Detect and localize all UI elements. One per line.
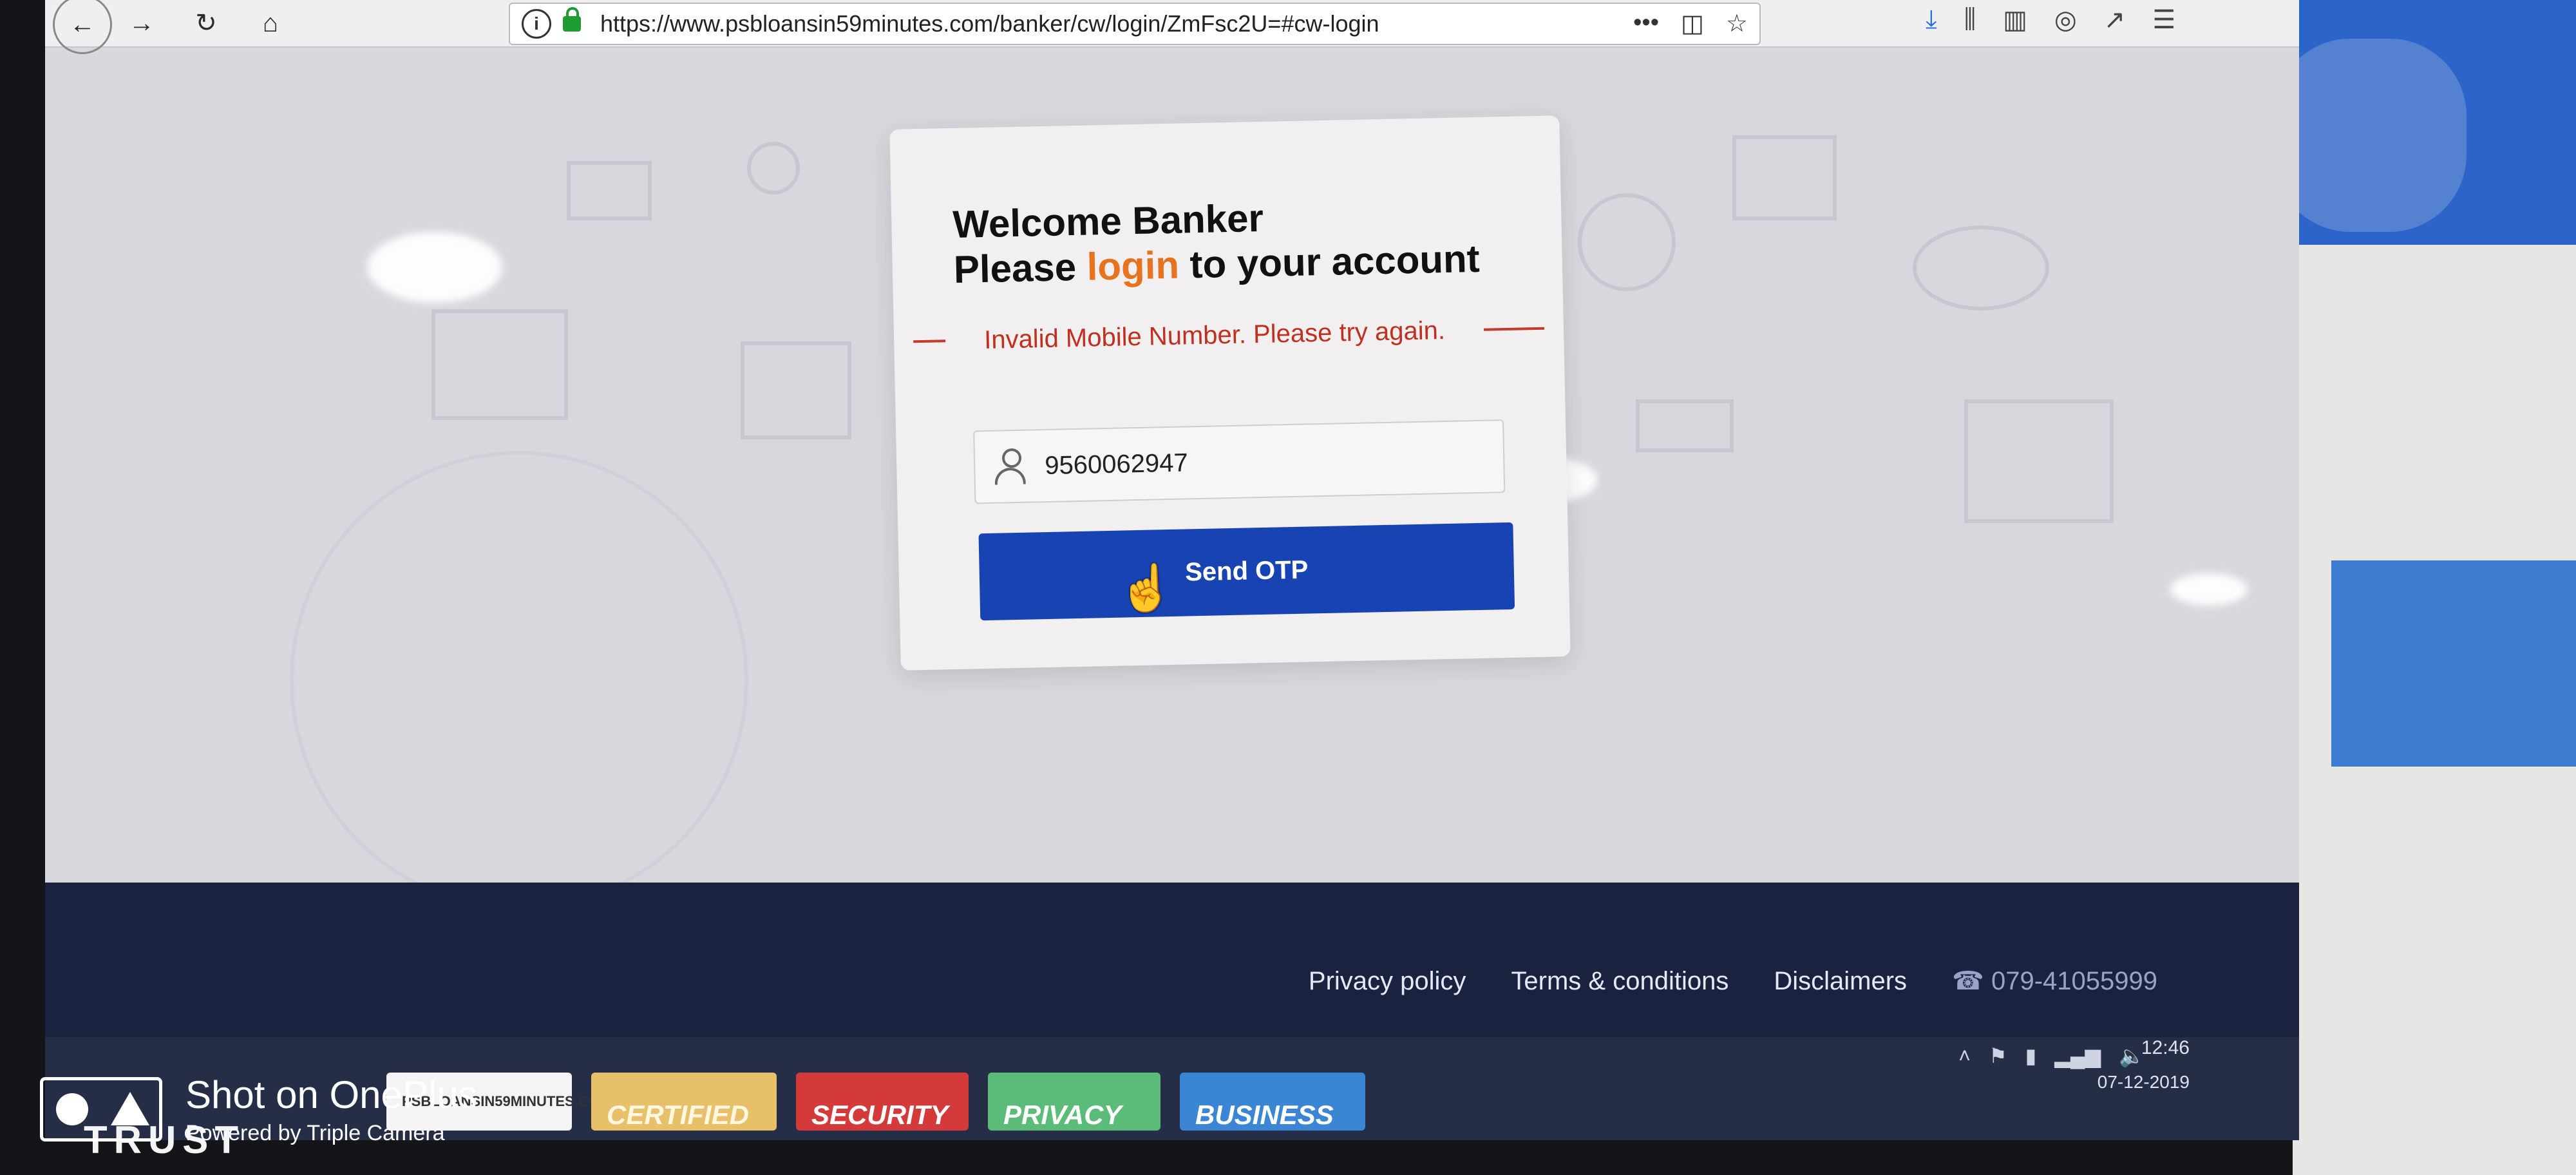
background-bag-highlight: [2273, 39, 2467, 232]
camera-watermark: Shot on OnePlus Powered by Triple Camera: [40, 1073, 478, 1146]
error-message: Invalid Mobile Number. Please try again.: [983, 316, 1446, 354]
house-doodle: [1964, 399, 2114, 523]
account-icon[interactable]: ◎: [2054, 5, 2077, 35]
lock-icon: [563, 7, 581, 32]
watermark-text: Shot on OnePlus Powered by Triple Camera: [185, 1073, 478, 1146]
prompt-highlight: login: [1086, 243, 1180, 289]
shop-doodle: [431, 309, 568, 420]
address-bar[interactable]: i https://www.psbloansin59minutes.com/ba…: [509, 3, 1761, 45]
coin-doodle: [747, 142, 800, 195]
forward-icon[interactable]: →: [122, 4, 161, 43]
home-icon[interactable]: ⌂: [251, 4, 290, 43]
browser-toolbar: ← → ↻ ⌂ i https://www.psbloansin59minute…: [45, 0, 2299, 54]
welcome-heading: Welcome Banker: [952, 196, 1264, 246]
security-badge: SECURITY: [796, 1073, 969, 1131]
bank-doodle: [741, 341, 851, 439]
terms-link[interactable]: Terms & conditions: [1511, 967, 1728, 996]
login-card: Welcome Banker Please login to your acco…: [889, 115, 1571, 671]
camera-logo-icon: [40, 1077, 162, 1142]
battery-icon[interactable]: ▮: [2025, 1044, 2037, 1068]
laptop-screen: ← → ↻ ⌂ i https://www.psbloansin59minute…: [45, 0, 2299, 1140]
url-text[interactable]: https://www.psbloansin59minutes.com/bank…: [600, 10, 1379, 37]
error-divider-right: [1483, 327, 1545, 331]
error-row: Invalid Mobile Number. Please try again.: [913, 309, 1545, 361]
watermark-title: Shot on OnePlus: [185, 1073, 478, 1116]
clock-date: 07-12-2019: [2097, 1072, 2190, 1092]
extension-icon[interactable]: ↗: [2104, 5, 2126, 35]
info-icon[interactable]: i: [522, 9, 551, 39]
privacy-badge: PRIVACY: [988, 1073, 1160, 1131]
url-actions: ••• ◫ ☆: [1633, 9, 1748, 38]
sidebar-icon[interactable]: ▥: [2003, 5, 2027, 35]
card-doodle: [567, 161, 652, 220]
back-icon[interactable]: ←: [53, 0, 112, 54]
mobile-number-input[interactable]: 9560062947: [973, 419, 1506, 504]
desk-blue-panel: [2331, 560, 2576, 767]
cap-doodle: [1636, 399, 1734, 452]
send-otp-button[interactable]: Send OTP: [978, 522, 1515, 621]
certified-badge: CERTIFIED: [591, 1073, 777, 1131]
people-doodle: [1578, 193, 1676, 291]
signal-icon[interactable]: ▂▄▆: [2054, 1044, 2101, 1068]
umbrella-doodle: [1913, 225, 2049, 310]
browser-tools: ⤓ ⫼ ▥ ◎ ↗ ☰: [1926, 5, 2175, 35]
monitor-doodle: [1732, 135, 1837, 220]
taskbar-clock[interactable]: 12:46 07-12-2019: [2098, 1037, 2190, 1093]
bookmark-star-icon[interactable]: ☆: [1726, 9, 1748, 38]
pocket-icon[interactable]: ◫: [1681, 9, 1704, 38]
flag-icon[interactable]: ⚑: [1989, 1044, 2007, 1068]
light-glare: [2170, 573, 2248, 606]
mobile-number-value[interactable]: 9560062947: [1045, 448, 1188, 481]
download-icon[interactable]: ⤓: [1926, 5, 1937, 35]
prompt-suffix: to your account: [1179, 236, 1481, 287]
reload-icon[interactable]: ↻: [187, 4, 225, 43]
error-divider-left: [913, 339, 946, 343]
watermark-subtitle: Powered by Triple Camera: [185, 1121, 445, 1145]
user-icon: [994, 448, 1026, 485]
business-badge: BUSINESS: [1180, 1073, 1365, 1131]
menu-icon[interactable]: ☰: [2152, 5, 2175, 35]
menu-dots-icon[interactable]: •••: [1633, 9, 1659, 38]
clock-time: 12:46: [2141, 1037, 2190, 1058]
reflection-shadow: [290, 451, 748, 910]
library-icon[interactable]: ⫼: [1964, 5, 1976, 35]
privacy-policy-link[interactable]: Privacy policy: [1309, 967, 1466, 996]
phone-number[interactable]: ☎ 079-41055999: [1952, 966, 2157, 996]
light-glare: [367, 232, 502, 303]
footer-links: Privacy policy Terms & conditions Discla…: [1309, 966, 2157, 996]
sticker-badges: PSBLOANSIN59MINUTES.COM CERTIFIED SECURI…: [386, 1073, 1365, 1131]
hand-cursor-icon: ☝: [1117, 562, 1175, 614]
disclaimers-link[interactable]: Disclaimers: [1774, 967, 1907, 996]
prompt-prefix: Please: [953, 245, 1088, 291]
chevron-up-icon[interactable]: ˄: [1958, 1044, 1971, 1068]
